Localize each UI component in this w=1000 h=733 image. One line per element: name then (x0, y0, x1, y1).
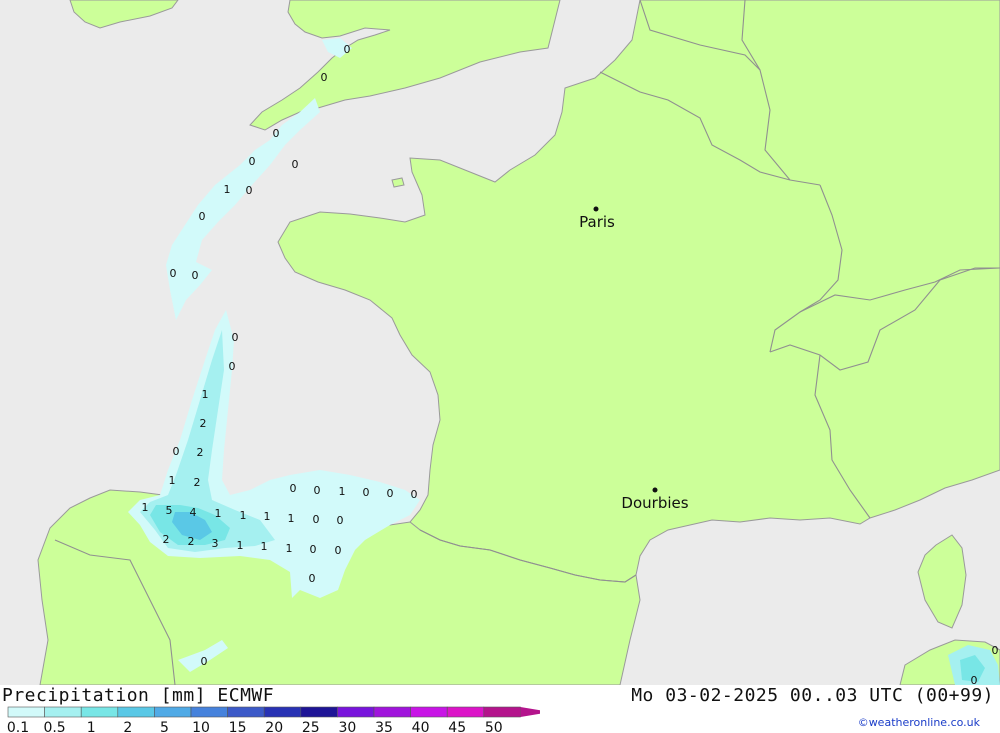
precip-value: 0 (273, 127, 280, 140)
legend-color-box (80, 706, 119, 718)
precipitation-legend: 0.1 0.5 1 2 5 10 15 20 25 30 35 40 45 50 (7, 706, 540, 733)
legend-color-box (373, 706, 411, 718)
legend-tick-label: 20 (265, 720, 283, 733)
precip-value: 0 (313, 513, 320, 526)
precip-value: 0 (199, 210, 206, 223)
legend-tick-label: 0.1 (7, 720, 29, 733)
precip-value: 0 (173, 445, 180, 458)
precip-value: 4 (190, 506, 197, 519)
precip-value: 1 (288, 512, 295, 525)
precip-value: 2 (200, 417, 207, 430)
precip-value: 1 (339, 485, 346, 498)
legend-tick-label: 50 (485, 720, 503, 733)
legend-color-scale (7, 706, 540, 718)
legend-color-box (117, 706, 155, 718)
precip-value: 2 (188, 535, 195, 548)
precip-value: 1 (261, 540, 268, 553)
legend-color-box (337, 706, 375, 718)
legend-tick-label: 15 (229, 720, 247, 733)
legend-tick-label: 30 (338, 720, 356, 733)
legend-color-box (263, 706, 302, 718)
precip-value: 2 (163, 533, 170, 546)
legend-tick-label: 10 (192, 720, 210, 733)
precip-value: 0 (344, 43, 351, 56)
city-marker-paris (593, 206, 599, 212)
precip-value: 3 (212, 537, 219, 550)
precip-value: 1 (224, 183, 231, 196)
precip-value: 0 (335, 544, 342, 557)
legend-color-box (410, 706, 448, 718)
precip-value: 2 (197, 446, 204, 459)
precip-value: 1 (215, 507, 222, 520)
legend-tick-label: 45 (448, 720, 466, 733)
city-label-paris: Paris (579, 213, 615, 231)
footer: Precipitation [mm] ECMWF Mo 03-02-2025 0… (0, 685, 1000, 733)
forecast-datetime: Mo 03-02-2025 00..03 UTC (00+99) (631, 685, 994, 706)
map-title: Precipitation [mm] ECMWF (2, 685, 275, 706)
precip-value: 0 (321, 71, 328, 84)
precip-value: 0 (309, 572, 316, 585)
legend-color-box (154, 706, 192, 718)
precip-value: 0 (363, 486, 370, 499)
precip-value: 0 (249, 155, 256, 168)
legend-tick-label: 25 (302, 720, 320, 733)
precip-value: 1 (202, 388, 209, 401)
city-label-dourbies: Dourbies (621, 494, 688, 512)
precip-value: 0 (314, 484, 321, 497)
precip-value: 0 (292, 158, 299, 171)
legend-tick-labels: 0.1 0.5 1 2 5 10 15 20 25 30 35 40 45 50 (7, 720, 503, 733)
precip-value: 1 (240, 509, 247, 522)
precip-value: 0 (229, 360, 236, 373)
legend-color-box (44, 706, 82, 718)
legend-color-box (7, 706, 45, 718)
precip-value: 1 (237, 539, 244, 552)
precip-value: 1 (169, 474, 176, 487)
credit-link[interactable]: ©weatheronline.co.uk (858, 716, 980, 729)
legend-color-box (300, 706, 338, 718)
legend-tick-label: 35 (375, 720, 393, 733)
precip-value: 0 (232, 331, 239, 344)
precip-value: 0 (290, 482, 297, 495)
precipitation-map: 0 0 0 0 0 1 0 0 0 0 0 0 1 2 0 2 1 2 1 5 … (0, 0, 1000, 685)
city-marker-dourbies (652, 487, 658, 493)
legend-arrow (520, 707, 540, 717)
precip-value: 0 (337, 514, 344, 527)
legend-tick-label: 40 (412, 720, 430, 733)
legend-tick-label: 0.5 (43, 720, 65, 733)
legend-tick-label: 2 (123, 720, 132, 733)
precip-value: 0 (387, 487, 394, 500)
precip-value: 0 (201, 655, 208, 668)
precip-value: 5 (166, 504, 173, 517)
precip-value: 0 (192, 269, 199, 282)
legend-color-box (227, 706, 265, 718)
precip-value: 1 (142, 501, 149, 514)
precip-value: 1 (264, 510, 271, 523)
precip-value: 0 (170, 267, 177, 280)
precip-value: 0 (246, 184, 253, 197)
land-channel-island (391, 177, 405, 188)
legend-tick-label: 1 (87, 720, 96, 733)
legend-color-box (446, 706, 485, 718)
precip-value: 0 (411, 488, 418, 501)
legend-color-box (483, 706, 521, 718)
precip-value: 0 (971, 674, 978, 685)
precip-value: 0 (992, 644, 999, 657)
precip-value: 0 (310, 543, 317, 556)
precip-value: 1 (286, 542, 293, 555)
legend-tick-label: 5 (160, 720, 169, 733)
legend-color-box (190, 706, 228, 718)
precip-value: 2 (194, 476, 201, 489)
